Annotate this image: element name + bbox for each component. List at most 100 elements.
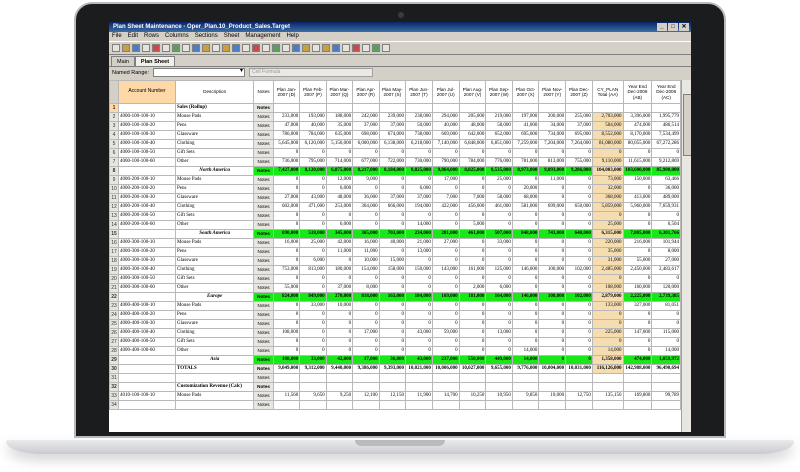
value-cell-l[interactable]: 0 — [485, 337, 513, 347]
value-cell-aa[interactable]: 8,552,000 — [591, 130, 624, 140]
value-cell-h[interactable]: 37,000 — [378, 121, 407, 131]
value-cell-o[interactable] — [565, 103, 593, 113]
value-cell-d[interactable]: 0 — [272, 184, 301, 194]
value-cell-n[interactable]: 10,004,000 — [538, 364, 567, 374]
value-cell-o[interactable]: 0 — [565, 247, 593, 257]
value-cell-j[interactable]: 59,000 — [431, 328, 460, 338]
value-cell-ac[interactable]: 63,466 — [651, 175, 681, 185]
value-cell-g[interactable]: 0 — [352, 211, 380, 221]
delete-row-icon[interactable] — [202, 44, 210, 52]
value-cell-e[interactable]: 784,000 — [299, 130, 327, 140]
row-number[interactable]: 17 — [109, 247, 119, 257]
value-cell-e[interactable] — [299, 400, 327, 410]
value-cell-n[interactable] — [538, 400, 567, 410]
value-cell-e[interactable] — [299, 382, 327, 392]
value-cell-g[interactable]: 0 — [352, 148, 380, 158]
value-cell-n[interactable] — [538, 373, 567, 383]
value-cell-e[interactable]: 9,312,000 — [299, 364, 327, 374]
find-icon[interactable] — [282, 44, 290, 52]
value-cell-ab[interactable]: 216,000 — [622, 238, 653, 248]
row-number[interactable]: 28 — [109, 346, 119, 356]
value-cell-l[interactable] — [485, 400, 513, 410]
notes-button[interactable]: Notes — [253, 337, 274, 347]
value-cell-h[interactable]: 0 — [378, 310, 407, 320]
value-cell-k[interactable]: 0 — [458, 184, 487, 194]
value-cell-n[interactable]: 0 — [538, 328, 567, 338]
value-cell-j[interactable] — [431, 400, 460, 410]
scrollbar-thumb[interactable] — [683, 94, 691, 156]
value-cell-i[interactable]: 194,000 — [405, 202, 433, 212]
value-cell-n[interactable]: 0 — [538, 301, 567, 311]
description-cell[interactable]: North America — [174, 166, 255, 176]
value-cell-g[interactable]: 8,217,000 — [352, 166, 380, 176]
value-cell-j[interactable]: 790,000 — [431, 157, 460, 167]
value-cell-h[interactable]: 0 — [378, 175, 407, 185]
value-cell-aa[interactable] — [591, 382, 624, 392]
value-cell-i[interactable]: 0 — [405, 211, 433, 221]
value-cell-ac[interactable]: 1,995,779 — [651, 112, 681, 122]
sort-icon[interactable] — [272, 44, 280, 52]
value-cell-l[interactable]: 0 — [485, 148, 513, 158]
value-cell-n[interactable]: 7,204,000 — [538, 139, 567, 149]
value-cell-f[interactable]: 48,000 — [325, 193, 354, 203]
value-cell-l[interactable]: 219,000 — [485, 112, 513, 122]
value-cell-h[interactable]: 239,000 — [378, 112, 407, 122]
value-cell-ab[interactable]: 0 — [622, 184, 653, 194]
account-number-cell[interactable]: 4000-300-100-10 — [117, 238, 176, 248]
row-number[interactable]: 5 — [109, 139, 119, 149]
value-cell-aa[interactable]: 0 — [591, 274, 624, 284]
value-cell-i[interactable]: 0 — [405, 148, 433, 158]
value-cell-i[interactable]: 730,000 — [405, 157, 433, 167]
notes-button[interactable]: Notes — [253, 130, 274, 140]
value-cell-d[interactable]: 0 — [272, 319, 301, 329]
value-cell-m[interactable]: 14,000 — [511, 355, 540, 365]
value-cell-n[interactable]: 100,000 — [538, 292, 567, 302]
value-cell-n[interactable]: 0 — [538, 238, 567, 248]
value-cell-aa[interactable]: 0 — [591, 148, 624, 158]
value-cell-e[interactable]: 8,120,000 — [299, 166, 327, 176]
value-cell-m[interactable]: 0 — [511, 247, 540, 257]
value-cell-j[interactable] — [431, 373, 460, 383]
value-cell-i[interactable]: 43,000 — [405, 328, 433, 338]
row-number[interactable]: 3 — [109, 121, 119, 131]
value-cell-h[interactable]: 0 — [378, 211, 407, 221]
value-cell-k[interactable]: 642,000 — [458, 130, 487, 140]
value-cell-i[interactable] — [405, 103, 433, 113]
row-number[interactable]: 1 — [109, 103, 119, 113]
value-cell-j[interactable]: 17,000 — [431, 175, 460, 185]
value-cell-ab[interactable]: 0 — [622, 274, 653, 284]
account-number-cell[interactable]: 4000-400-100-20 — [117, 310, 176, 320]
account-number-cell[interactable]: 4000-100-100-60 — [117, 157, 176, 167]
notes-button[interactable]: Notes — [253, 220, 274, 230]
value-cell-d[interactable]: 47,000 — [272, 121, 301, 131]
settings-icon[interactable] — [362, 44, 370, 52]
value-cell-h[interactable]: 0 — [378, 283, 407, 293]
menu-item-columns[interactable]: Columns — [165, 32, 189, 41]
value-cell-m[interactable]: 781,000 — [511, 157, 540, 167]
value-cell-ab[interactable]: 2,450,000 — [622, 265, 653, 275]
value-cell-f[interactable]: 0 — [325, 319, 354, 329]
value-cell-ab[interactable]: 7,805,000 — [622, 229, 653, 239]
value-cell-h[interactable]: 0 — [378, 274, 407, 284]
value-cell-f[interactable]: 270,000 — [325, 292, 354, 302]
account-number-cell[interactable] — [117, 355, 176, 365]
value-cell-g[interactable]: 0 — [352, 301, 380, 311]
value-cell-i[interactable]: 0 — [405, 256, 433, 266]
description-cell[interactable]: Mouse Pads — [174, 175, 255, 185]
value-cell-g[interactable]: 154,000 — [352, 265, 380, 275]
value-cell-d[interactable]: 786,000 — [272, 130, 301, 140]
value-cell-ac[interactable]: 0 — [651, 211, 681, 221]
value-cell-i[interactable]: 50,000 — [405, 121, 433, 131]
value-cell-j[interactable]: 10,006,000 — [431, 364, 460, 374]
value-cell-o[interactable]: 640,000 — [565, 229, 593, 239]
value-cell-f[interactable]: 42,000 — [325, 355, 354, 365]
value-cell-ab[interactable]: 474,000 — [622, 121, 653, 131]
notes-button[interactable]: Notes — [253, 283, 274, 293]
value-cell-aa[interactable]: 220,000 — [591, 238, 624, 248]
value-cell-k[interactable]: 0 — [458, 238, 487, 248]
value-cell-k[interactable] — [458, 103, 487, 113]
value-cell-aa[interactable] — [591, 373, 624, 383]
notes-button[interactable]: Notes — [253, 121, 274, 131]
value-cell-n[interactable]: 9,093,000 — [538, 166, 567, 176]
column-header-aa[interactable]: CY_PLAN Total (AA) — [591, 80, 624, 104]
